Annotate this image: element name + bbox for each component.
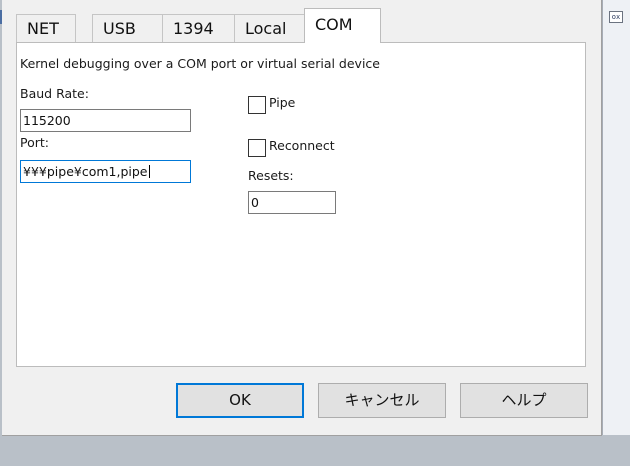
background-window-strip	[602, 0, 630, 435]
baud-rate-label: Baud Rate:	[20, 86, 89, 101]
tab-com[interactable]: COM	[304, 8, 381, 43]
help-button[interactable]: ヘルプ	[460, 383, 588, 418]
port-input-value: ¥¥¥pipe¥com1,pipe	[23, 164, 148, 179]
kernel-debugging-dialog: NET USB 1394 Local COM Kernel debugging …	[2, 0, 602, 436]
cancel-button[interactable]: キャンセル	[318, 383, 446, 418]
tab-net[interactable]: NET	[16, 14, 76, 42]
window-icon: ox	[609, 11, 623, 23]
ok-button[interactable]: OK	[176, 383, 304, 418]
text-cursor	[148, 165, 150, 178]
pipe-checkbox[interactable]	[248, 96, 266, 114]
port-input[interactable]: ¥¥¥pipe¥com1,pipe	[20, 160, 191, 183]
resets-label: Resets:	[248, 168, 294, 183]
tab-usb[interactable]: USB	[92, 14, 170, 42]
tab-1394[interactable]: 1394	[162, 14, 237, 42]
pipe-label: Pipe	[269, 95, 296, 110]
tab-local[interactable]: Local	[234, 14, 309, 42]
tab-strip: NET USB 1394 Local COM	[16, 8, 586, 43]
baud-rate-input[interactable]: 115200	[20, 109, 191, 132]
com-tab-panel: Kernel debugging over a COM port or virt…	[16, 42, 586, 367]
reconnect-label: Reconnect	[269, 138, 335, 153]
reconnect-checkbox[interactable]	[248, 139, 266, 157]
resets-input[interactable]: 0	[248, 191, 336, 214]
port-label: Port:	[20, 135, 49, 150]
com-description: Kernel debugging over a COM port or virt…	[20, 56, 380, 71]
